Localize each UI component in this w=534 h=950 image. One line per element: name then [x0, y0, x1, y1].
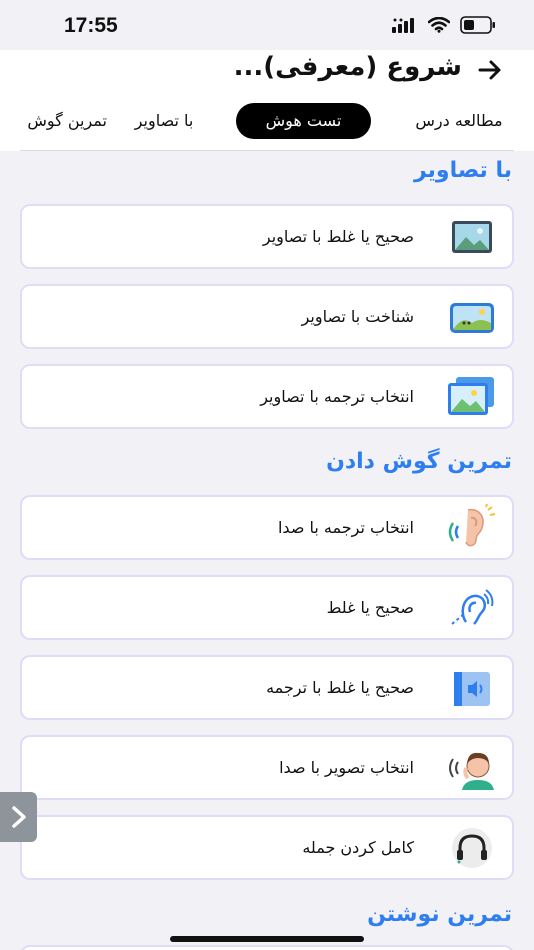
card-image-sound[interactable]: انتخاب تصویر با صدا [20, 735, 514, 800]
section-title-listening: تمرین گوش دادن [326, 449, 512, 474]
card-writing-partial[interactable] [20, 945, 514, 950]
header-divider [20, 150, 514, 151]
person-listening-icon [444, 744, 498, 792]
card-label: صحیح یا غلط با ترجمه [266, 678, 414, 697]
card-label: انتخاب ترجمه با تصاویر [260, 387, 414, 406]
hearing-icon [444, 584, 498, 632]
home-indicator [170, 936, 364, 942]
tab-with-images[interactable]: با تصاویر [114, 103, 214, 139]
ear-sound-icon [444, 503, 498, 552]
tab-lesson-study[interactable]: مطالعه درس [404, 103, 514, 139]
picture-frame-icon [444, 213, 498, 261]
tab-intelligence-test[interactable]: تست هوش [236, 103, 371, 139]
status-bar: 17:55 [0, 0, 534, 50]
tab-ear-training[interactable]: تمرین گوش [0, 103, 107, 139]
card-true-false-images[interactable]: صحیح یا غلط با تصاویر [20, 204, 514, 269]
gallery-icon [444, 373, 498, 421]
card-true-false-translation[interactable]: صحیح یا غلط با ترجمه [20, 655, 514, 720]
card-translation-images[interactable]: انتخاب ترجمه با تصاویر [20, 364, 514, 429]
status-time: 17:55 [64, 14, 118, 37]
section-title-writing: تمرین نوشتن [367, 902, 512, 927]
card-label: انتخاب ترجمه با صدا [277, 518, 414, 537]
header: شروع (معرفی)... مطالعه درس تست هوش با تص… [0, 50, 534, 151]
card-label: انتخاب تصویر با صدا [279, 758, 414, 777]
battery-icon [460, 16, 496, 38]
status-icons [392, 16, 496, 38]
card-complete-sentence[interactable]: کامل کردن جمله [20, 815, 514, 880]
tab-bar: مطالعه درس تست هوش با تصاویر تمرین گوش [0, 103, 534, 139]
headphones-icon [444, 824, 498, 872]
card-recognition-images[interactable]: شناخت با تصاویر [20, 284, 514, 349]
card-true-false[interactable]: صحیح یا غلط [20, 575, 514, 640]
landscape-photo-icon [444, 293, 498, 341]
card-label: صحیح یا غلط با تصاویر [262, 227, 414, 246]
wifi-icon [427, 16, 451, 37]
card-translation-sound[interactable]: انتخاب ترجمه با صدا [20, 495, 514, 560]
arrow-right-icon [478, 55, 502, 88]
card-label: شناخت با تصاویر [301, 307, 414, 326]
section-title-images: با تصاویر [413, 158, 512, 183]
cellular-signal-icon [392, 17, 418, 37]
side-drawer-handle[interactable] [0, 792, 37, 842]
speaker-icon [444, 664, 498, 712]
card-label: صحیح یا غلط [326, 598, 414, 617]
card-label: کامل کردن جمله [302, 838, 414, 857]
page-title: شروع (معرفی)... [233, 52, 462, 82]
back-button[interactable] [478, 58, 502, 86]
